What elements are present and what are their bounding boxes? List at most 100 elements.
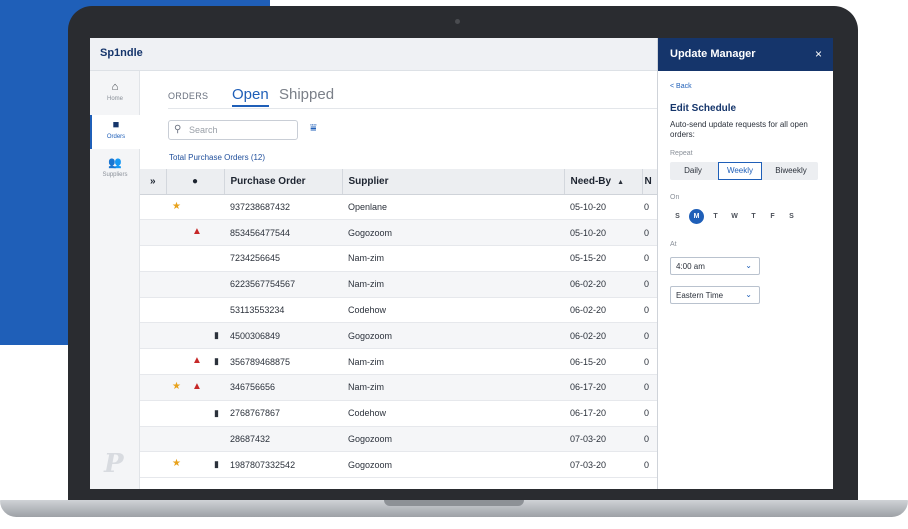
cell-supplier: Gogozoom xyxy=(342,426,564,453)
cell-supplier: Nam-zim xyxy=(342,245,564,272)
close-icon[interactable]: × xyxy=(815,47,822,61)
cell-purchase-order[interactable]: 28687432 xyxy=(224,426,342,453)
cell-supplier: Gogozoom xyxy=(342,322,564,350)
alert-icon: ▲ xyxy=(192,381,202,393)
laptop-camera xyxy=(455,19,460,24)
cell-supplier: Gogozoom xyxy=(342,219,564,247)
column-header-next[interactable]: N xyxy=(642,169,658,195)
day-friday[interactable]: F xyxy=(765,209,780,224)
table-row[interactable]: ▮ 2768767867 Codehow 06-17-20 0 xyxy=(140,400,657,427)
search-icon: ⚲ xyxy=(174,124,182,135)
column-header-supplier[interactable]: Supplier xyxy=(342,169,565,195)
app-screen: Sp1ndle ⌂ Home ■ Orders 👥 Suppliers P OR… xyxy=(90,38,833,489)
star-icon[interactable]: ★ xyxy=(172,382,181,392)
star-icon[interactable]: ★ xyxy=(172,459,181,469)
laptop-notch xyxy=(384,500,524,506)
cell-supplier: Openlane xyxy=(342,194,564,221)
update-manager-panel: Update Manager × < Back Edit Schedule Au… xyxy=(657,38,833,489)
nav-item-home[interactable]: ⌂ Home xyxy=(90,77,140,111)
row-status-icons: ★ xyxy=(140,194,224,221)
clipboard-icon: ▮ xyxy=(214,356,219,367)
info-icon: ● xyxy=(166,169,225,195)
nav-item-suppliers[interactable]: 👥 Suppliers xyxy=(90,153,140,187)
timezone-select[interactable]: Eastern Time ⌄ xyxy=(670,286,760,304)
time-value: 4:00 am xyxy=(676,262,705,271)
cell-need-by: 07-03-20 xyxy=(564,426,642,453)
row-status-icons xyxy=(140,271,224,298)
cell-purchase-order[interactable]: 1987807332542 xyxy=(224,451,342,479)
day-monday[interactable]: M xyxy=(689,209,704,224)
brand-mark-logo: P xyxy=(104,449,124,479)
cell-purchase-order[interactable]: 346756656 xyxy=(224,374,342,401)
filter-icon[interactable]: ⩸ xyxy=(310,122,317,135)
search-input[interactable]: ⚲ Search xyxy=(168,120,298,140)
column-header-need-by[interactable]: Need-By ▲ xyxy=(564,169,643,195)
cell-supplier: Nam-zim xyxy=(342,348,564,376)
column-header-purchase-order[interactable]: Purchase Order xyxy=(224,169,343,195)
app-logo[interactable]: Sp1ndle xyxy=(100,47,143,59)
day-saturday[interactable]: S xyxy=(784,209,799,224)
table-row[interactable]: ▲ 853456477544 Gogozoom 05-10-20 0 xyxy=(140,219,657,247)
home-icon: ⌂ xyxy=(111,81,119,93)
cell-purchase-order[interactable]: 937238687432 xyxy=(224,194,342,221)
tab-shipped[interactable]: Shipped xyxy=(279,86,334,103)
app-topbar: Sp1ndle xyxy=(90,38,657,71)
nav-item-orders[interactable]: ■ Orders xyxy=(90,115,140,149)
cell-need-by: 05-10-20 xyxy=(564,219,642,247)
cell-purchase-order[interactable]: 7234256645 xyxy=(224,245,342,272)
table-row[interactable]: 7234256645 Nam-zim 05-15-20 0 xyxy=(140,245,657,272)
cell-purchase-order[interactable]: 2768767867 xyxy=(224,400,342,427)
day-wednesday[interactable]: W xyxy=(727,209,742,224)
repeat-option-biweekly[interactable]: Biweekly xyxy=(764,162,818,180)
cell-need-by: 06-02-20 xyxy=(564,322,642,350)
table-row[interactable]: 6223567754567 Nam-zim 06-02-20 0 xyxy=(140,271,657,298)
column-header-need-by-label: Need-By xyxy=(570,175,612,187)
cell-purchase-order[interactable]: 53113553234 xyxy=(224,297,342,324)
cell-supplier: Gogozoom xyxy=(342,451,564,479)
chevron-down-icon: ⌄ xyxy=(745,290,752,299)
repeat-option-weekly[interactable]: Weekly xyxy=(718,162,762,180)
back-link[interactable]: < Back xyxy=(670,83,692,90)
cell-purchase-order[interactable]: 6223567754567 xyxy=(224,271,342,298)
cell-need-by: 06-17-20 xyxy=(564,400,642,427)
cell-purchase-order[interactable]: 853456477544 xyxy=(224,219,342,247)
table-row[interactable]: ★ 937238687432 Openlane 05-10-20 0 xyxy=(140,194,657,221)
day-thursday[interactable]: T xyxy=(746,209,761,224)
cell-next: 0 xyxy=(642,400,657,427)
table-row[interactable]: 53113553234 Codehow 06-02-20 0 xyxy=(140,297,657,324)
cell-next: 0 xyxy=(642,374,657,401)
tabs-divider xyxy=(168,108,657,109)
table-row[interactable]: 28687432 Gogozoom 07-03-20 0 xyxy=(140,426,657,453)
cell-supplier: Codehow xyxy=(342,400,564,427)
total-orders-count: Total Purchase Orders (12) xyxy=(169,153,266,162)
cell-supplier: Codehow xyxy=(342,297,564,324)
users-icon: 👥 xyxy=(108,157,122,169)
cell-need-by: 05-15-20 xyxy=(564,245,642,272)
table-row[interactable]: ▲ ▮ 356789468875 Nam-zim 06-15-20 0 xyxy=(140,348,657,376)
cell-need-by: 07-03-20 xyxy=(564,451,642,479)
cell-purchase-order[interactable]: 356789468875 xyxy=(224,348,342,376)
table-row[interactable]: ★ ▲ 346756656 Nam-zim 06-17-20 0 xyxy=(140,374,657,401)
orders-table: » ● Purchase Order Supplier Need-By ▲ N ★… xyxy=(140,169,658,479)
time-select[interactable]: 4:00 am ⌄ xyxy=(670,257,760,275)
collapse-all-icon[interactable]: » xyxy=(140,169,167,195)
table-row[interactable]: ▮ 4500306849 Gogozoom 06-02-20 0 xyxy=(140,322,657,350)
cell-next: 0 xyxy=(642,194,657,221)
cell-need-by: 06-02-20 xyxy=(564,271,642,298)
search-placeholder: Search xyxy=(189,125,218,135)
table-row[interactable]: ★ ▮ 1987807332542 Gogozoom 07-03-20 0 xyxy=(140,451,657,479)
cell-need-by: 06-15-20 xyxy=(564,348,642,376)
cell-next: 0 xyxy=(642,322,657,350)
day-sunday[interactable]: S xyxy=(670,209,685,224)
repeat-option-daily[interactable]: Daily xyxy=(670,162,716,180)
tab-open[interactable]: Open xyxy=(232,86,269,107)
left-nav: ⌂ Home ■ Orders 👥 Suppliers P xyxy=(90,71,140,489)
cell-purchase-order[interactable]: 4500306849 xyxy=(224,322,342,350)
cell-need-by: 06-17-20 xyxy=(564,374,642,401)
row-status-icons: ▲ ▮ xyxy=(140,348,224,376)
day-tuesday[interactable]: T xyxy=(708,209,723,224)
star-icon[interactable]: ★ xyxy=(172,201,181,212)
cell-need-by: 05-10-20 xyxy=(564,194,642,221)
nav-item-label: Orders xyxy=(106,134,126,140)
on-label: On xyxy=(670,194,680,201)
